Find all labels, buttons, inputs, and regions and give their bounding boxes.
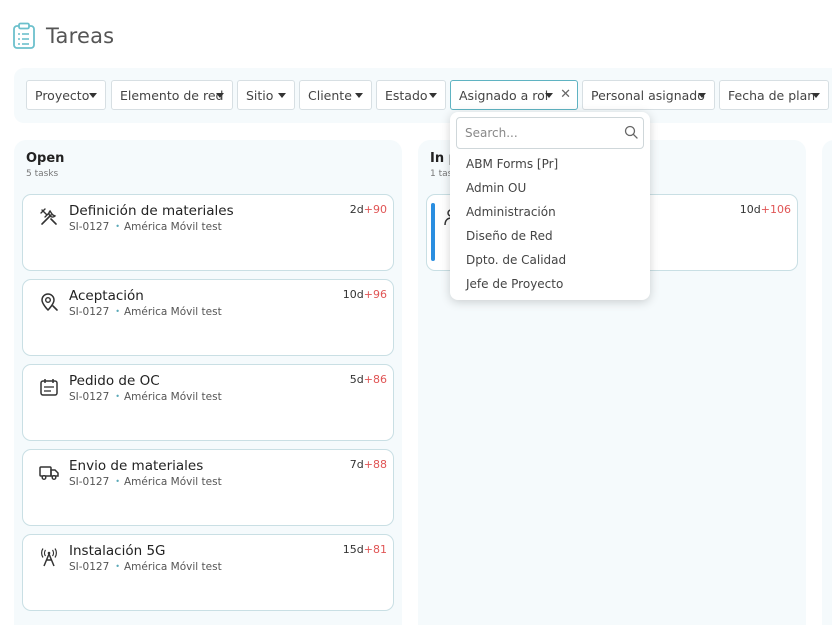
task-title: Aceptación [69, 288, 144, 304]
filter-label: Personal asignado [591, 87, 705, 103]
task-meta: SI-0127 • América Móvil test [69, 221, 222, 233]
filter-asignado-a-rol[interactable]: Asignado a rol ✕ [450, 80, 578, 110]
task-code: SI-0127 [69, 391, 110, 403]
role-dropdown: ABM Forms [Pr] Admin OU Administración D… [450, 112, 650, 300]
task-days: 10d [739, 203, 761, 216]
task-overdue: +81 [363, 543, 387, 556]
separator-dot: • [115, 477, 120, 486]
task-meta: SI-0127 • América Móvil test [69, 391, 222, 403]
task-client: América Móvil test [124, 391, 222, 403]
task-card[interactable]: Definición de materiales SI-0127 • América… [22, 194, 394, 271]
column-open: Open 5 tasks Definición de materiales SI… [14, 140, 402, 625]
task-days: 10d [342, 288, 364, 301]
task-duration: 7d+88 [350, 458, 387, 471]
task-days: 7d [349, 458, 364, 471]
task-meta: SI-0127 • América Móvil test [69, 306, 222, 318]
clear-icon[interactable]: ✕ [560, 88, 571, 102]
column-title: Open [26, 151, 65, 166]
filter-label: Estado [385, 87, 428, 103]
task-title: Envio de materiales [69, 458, 204, 474]
filter-fecha-de-plan[interactable]: Fecha de plan [719, 80, 829, 110]
task-client: América Móvil test [124, 476, 222, 488]
task-duration: 15d+81 [343, 543, 387, 556]
task-client: América Móvil test [124, 221, 222, 233]
dropdown-option[interactable]: Diseño de Red [466, 229, 553, 243]
column-task-count: 1 tas [430, 169, 453, 179]
calendar-icon [40, 379, 58, 396]
filter-label: Sitio [246, 87, 274, 103]
page-header: Tareas [12, 20, 114, 52]
caret-down-icon [698, 93, 706, 98]
filter-label: Asignado a rol [459, 87, 549, 103]
filter-estado[interactable]: Estado [376, 80, 446, 110]
task-overdue: +88 [363, 458, 387, 471]
task-duration: 10d+96 [343, 288, 387, 301]
task-card[interactable]: Aceptación SI-0127 • América Móvil test 10… [22, 279, 394, 356]
separator-dot: • [115, 562, 120, 571]
task-client: América Móvil test [124, 306, 222, 318]
filter-label: Cliente [308, 87, 352, 103]
task-card[interactable]: Envio de materiales SI-0127 • América Móvi… [22, 449, 394, 526]
task-duration: 5d+86 [350, 373, 387, 386]
task-overdue: +90 [363, 203, 387, 216]
dropdown-option[interactable]: Admin OU [466, 181, 526, 195]
caret-down-icon [89, 93, 97, 98]
task-overdue: +96 [363, 288, 387, 301]
separator-dot: • [115, 392, 120, 401]
task-duration: 2d+90 [350, 203, 387, 216]
caret-down-icon [812, 93, 820, 98]
separator-dot: • [115, 222, 120, 231]
dropdown-option[interactable]: Dpto. de Calidad [466, 253, 566, 267]
progress-accent-bar [431, 203, 435, 261]
column-next [822, 140, 832, 625]
task-days: 15d [342, 543, 364, 556]
task-code: SI-0127 [69, 476, 110, 488]
truck-icon [39, 466, 59, 480]
caret-down-icon [429, 93, 437, 98]
filter-proyecto[interactable]: Proyecto [26, 80, 106, 110]
dropdown-search-input[interactable] [456, 117, 644, 149]
dropdown-option[interactable]: Jefe de Proyecto [466, 277, 563, 291]
task-title: Instalación 5G [69, 543, 166, 559]
task-title: Pedido de OC [69, 373, 160, 389]
filter-personal-asignado[interactable]: Personal asignado [582, 80, 715, 110]
task-meta: SI-0127 • América Móvil test [69, 561, 222, 573]
filter-cliente[interactable]: Cliente [299, 80, 372, 110]
location-search-icon [41, 293, 58, 312]
antenna-icon [41, 548, 57, 567]
caret-down-icon [355, 93, 363, 98]
page-title: Tareas [46, 24, 115, 48]
task-card[interactable]: Pedido de OC SI-0127 • América Móvil test … [22, 364, 394, 441]
filter-sitio[interactable]: Sitio [237, 80, 295, 110]
dropdown-option[interactable]: ABM Forms [Pr] [466, 157, 558, 171]
task-code: SI-0127 [69, 306, 110, 318]
task-duration: 10d+106 [740, 203, 791, 216]
task-overdue: +86 [363, 373, 387, 386]
tools-icon [40, 208, 57, 225]
task-title: Definición de materiales [69, 203, 234, 219]
task-overdue: +106 [760, 203, 791, 216]
separator-dot: • [115, 307, 120, 316]
task-days: 2d [349, 203, 364, 216]
task-card[interactable]: Instalación 5G SI-0127 • América Móvil tes… [22, 534, 394, 611]
filter-label: Fecha de plan [728, 87, 816, 103]
search-icon [624, 125, 638, 139]
task-meta: SI-0127 • América Móvil test [69, 476, 222, 488]
caret-down-icon [545, 93, 553, 98]
dropdown-option[interactable]: Administración [466, 205, 556, 219]
clipboard-list-icon [13, 22, 35, 49]
task-code: SI-0127 [69, 561, 110, 573]
filter-label: Elemento de red [120, 87, 224, 103]
filter-elemento-de-red[interactable]: Elemento de red [111, 80, 233, 110]
task-days: 5d [349, 373, 364, 386]
filter-label: Proyecto [35, 87, 90, 103]
task-client: América Móvil test [124, 561, 222, 573]
caret-down-icon [278, 93, 286, 98]
column-task-count: 5 tasks [26, 169, 59, 179]
filter-bar: Proyecto Elemento de red Sitio Cliente E… [14, 68, 832, 123]
caret-down-icon [216, 93, 224, 98]
task-code: SI-0127 [69, 221, 110, 233]
